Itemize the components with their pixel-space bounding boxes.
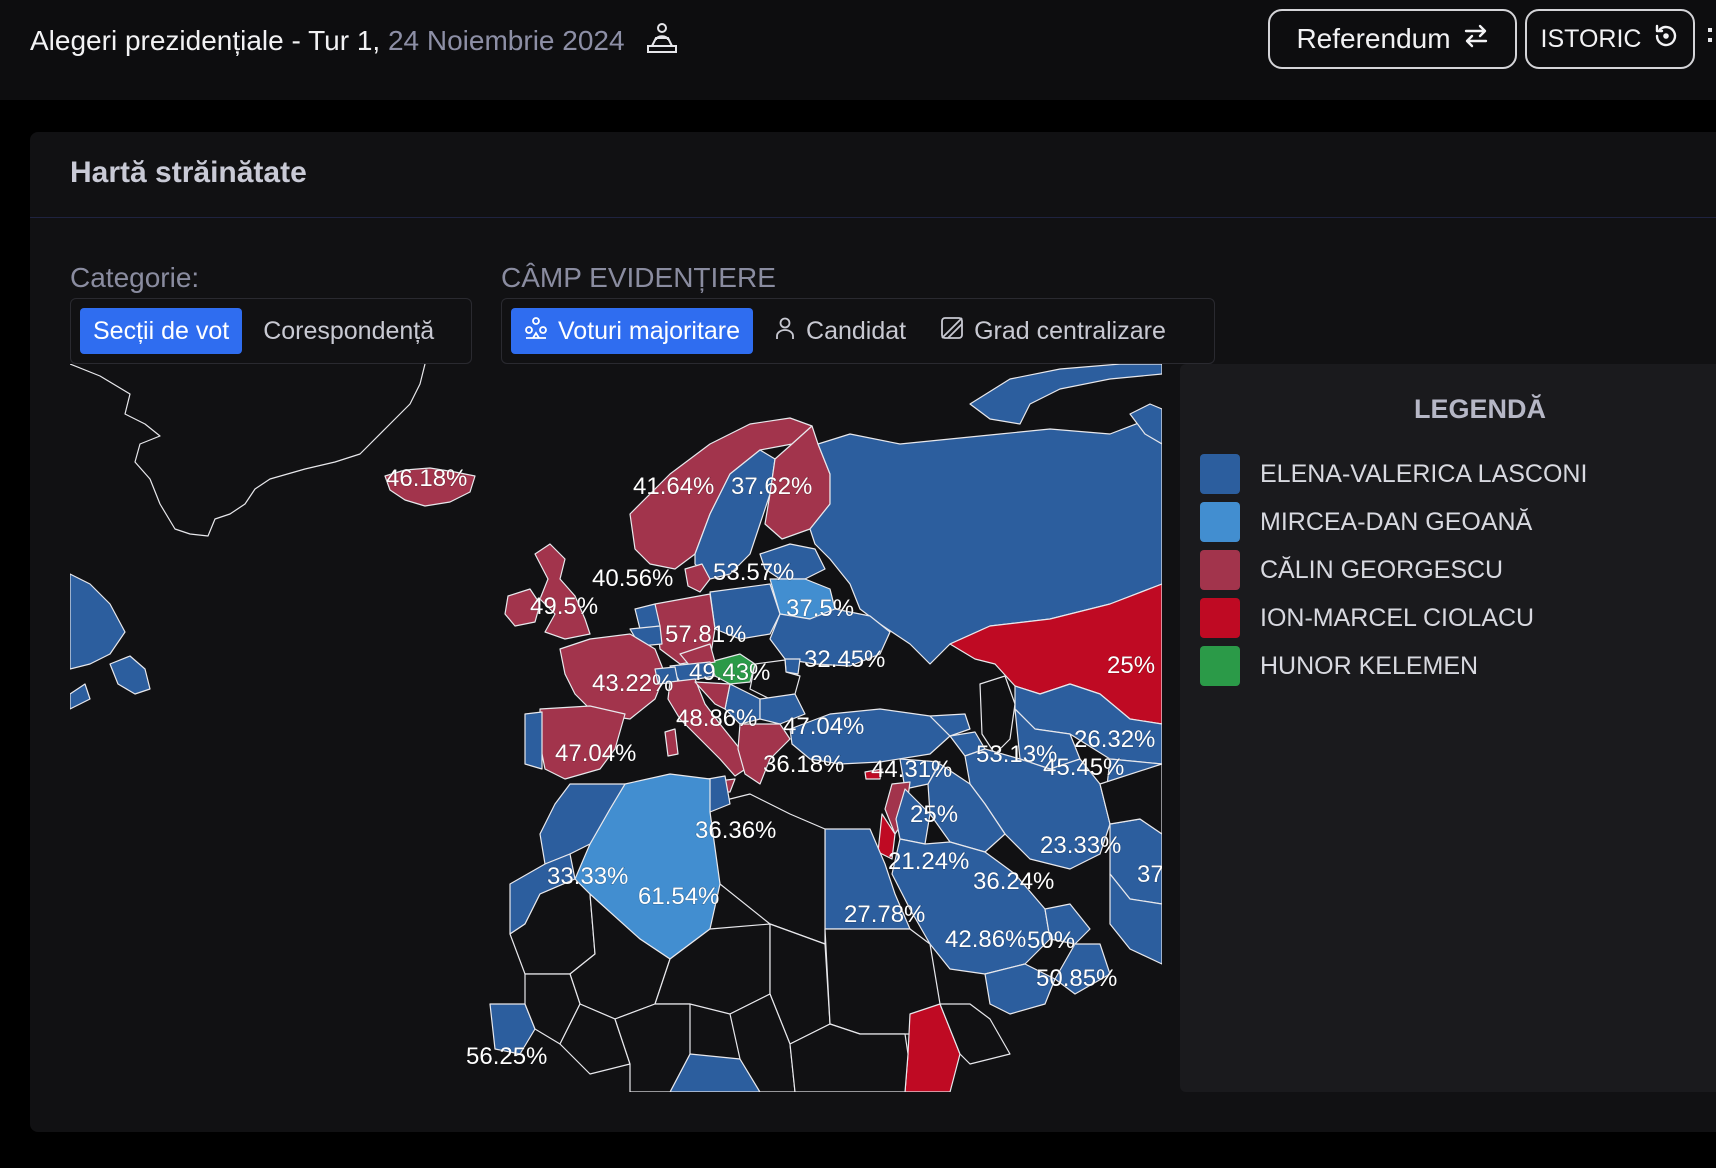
map-label: 50%: [1027, 927, 1075, 954]
map-label: 44.31%: [871, 756, 952, 783]
referendum-label: Referendum: [1296, 23, 1451, 54]
card-header: Hartă străinătate: [30, 132, 1716, 218]
map-label: 25%: [910, 801, 958, 828]
legend-swatch: [1200, 550, 1240, 590]
map-label: 46.18%: [386, 465, 467, 492]
ballot-box-icon: [644, 20, 680, 63]
legend-item-ciolacu[interactable]: ION-MARCEL CIOLACU: [1200, 598, 1534, 638]
user-icon: [774, 316, 796, 347]
top-bar: Alegeri prezidențiale - Tur 1, 24 Noiemb…: [0, 0, 1716, 100]
map-label: 41.64%: [633, 473, 714, 500]
legend-item-kelemen[interactable]: HUNOR KELEMEN: [1200, 646, 1478, 686]
highlight-option-label: Candidat: [806, 316, 907, 345]
category-label: Categorie:: [70, 262, 200, 293]
legend-item-georgescu[interactable]: CĂLIN GEORGESCU: [1200, 550, 1503, 590]
legend-title: LEGENDĂ: [1413, 394, 1546, 424]
swap-arrows-icon: [1463, 23, 1489, 55]
square-slash-icon: [940, 316, 964, 347]
title-separator: ,: [372, 25, 388, 56]
map-label: 40.56%: [592, 565, 673, 592]
istoric-label: ISTORIC: [1540, 24, 1642, 53]
legend-label: HUNOR KELEMEN: [1260, 651, 1479, 680]
legend-item-lasconi[interactable]: ELENA-VALERICA LASCONI: [1200, 454, 1587, 494]
istoric-button[interactable]: ISTORIC: [1525, 9, 1695, 69]
legend-item-geoana[interactable]: MIRCEA-DAN GEOANĂ: [1200, 502, 1532, 542]
world-map[interactable]: 46.18% 41.64% 37.62% 40.56% 53.57% 49.5%…: [70, 364, 1162, 1092]
highlight-option-grad[interactable]: Grad centralizare: [927, 308, 1179, 354]
map-region-netherlands: [634, 603, 661, 630]
map-label: 23.33%: [1040, 832, 1121, 859]
map-label: 37.5%: [1137, 861, 1162, 888]
page-title: Alegeri prezidențiale - Tur 1, 24 Noiemb…: [30, 20, 680, 63]
category-option-sectii[interactable]: Secții de vot: [80, 308, 243, 354]
legend-swatch: [1200, 454, 1240, 494]
highlight-label: CÂMP EVIDENȚIERE: [501, 262, 776, 293]
map-label: 53.57%: [713, 559, 794, 586]
map-region-greenland: [70, 364, 426, 537]
map-region-sardinia: [664, 728, 679, 757]
category-segmented-control: Secții de vot Corespondență: [70, 298, 472, 364]
legend-swatch: [1200, 646, 1240, 686]
map-label: 36.36%: [695, 817, 776, 844]
map-label: 37.62%: [731, 473, 812, 500]
map-label: 61.54%: [638, 883, 719, 910]
map-label: 43.22%: [592, 670, 673, 697]
highlight-option-label: Voturi majoritare: [558, 316, 741, 345]
map-label: 37.5%: [786, 595, 854, 622]
more-icon[interactable]: [1708, 22, 1716, 56]
legend-label: ION-MARCEL CIOLACU: [1260, 603, 1535, 632]
history-icon: [1653, 23, 1679, 56]
map-card: Hartă străinătate Categorie: Secții de v…: [30, 132, 1716, 1132]
map-label: 56.25%: [466, 1043, 547, 1070]
map-label: 33.33%: [547, 863, 628, 890]
map-legend: LEGENDĂ ELENA-VALERICA LASCONI MIRCEA-DA…: [1180, 364, 1716, 1092]
category-option-corespondenta[interactable]: Corespondență: [250, 308, 447, 354]
map-label: 49.43%: [689, 659, 770, 686]
map-label: 47.04%: [555, 740, 636, 767]
map-region-canada-south: [70, 683, 91, 710]
map-region-portugal: [524, 711, 543, 770]
map-label: 47.04%: [783, 713, 864, 740]
map-region-canada-east: [70, 573, 126, 670]
map-label: 45.45%: [1043, 754, 1124, 781]
map-region-uk: [534, 543, 591, 640]
map-label: 50.85%: [1036, 965, 1117, 992]
map-label: 32.45%: [804, 646, 885, 673]
legend-swatch: [1200, 502, 1240, 542]
legend-swatch: [1200, 598, 1240, 638]
map-region-newfoundland: [109, 655, 151, 695]
highlight-option-candidat[interactable]: Candidat: [761, 308, 919, 354]
map-label: 48.86%: [676, 705, 757, 732]
map-label: 42.86%: [945, 926, 1026, 953]
referendum-button[interactable]: Referendum: [1268, 9, 1517, 69]
map-label: 36.24%: [973, 868, 1054, 895]
highlight-option-label: Grad centralizare: [974, 316, 1166, 345]
map-label: 57.81%: [665, 621, 746, 648]
map-label: 36.18%: [763, 751, 844, 778]
map-label: 26.32%: [1074, 726, 1155, 753]
map-label: 21.24%: [888, 848, 969, 875]
map-svg: 46.18% 41.64% 37.62% 40.56% 53.57% 49.5%…: [70, 364, 1162, 1092]
election-title: Alegeri prezidențiale - Tur 1: [30, 25, 373, 56]
ballot-box-icon: [524, 316, 548, 347]
map-label: 25%: [1107, 652, 1155, 679]
map-label: 49.5%: [530, 593, 598, 620]
map-label: 27.78%: [844, 901, 925, 928]
legend-label: MIRCEA-DAN GEOANĂ: [1260, 507, 1533, 536]
card-title: Hartă străinătate: [70, 156, 307, 189]
legend-label: ELENA-VALERICA LASCONI: [1260, 459, 1588, 488]
highlight-option-voturi[interactable]: Voturi majoritare: [511, 308, 754, 354]
highlight-segmented-control: Voturi majoritare Candidat Grad centrali…: [501, 298, 1215, 364]
legend-label: CĂLIN GEORGESCU: [1260, 555, 1504, 584]
election-date: 24 Noiembrie 2024: [387, 25, 625, 56]
